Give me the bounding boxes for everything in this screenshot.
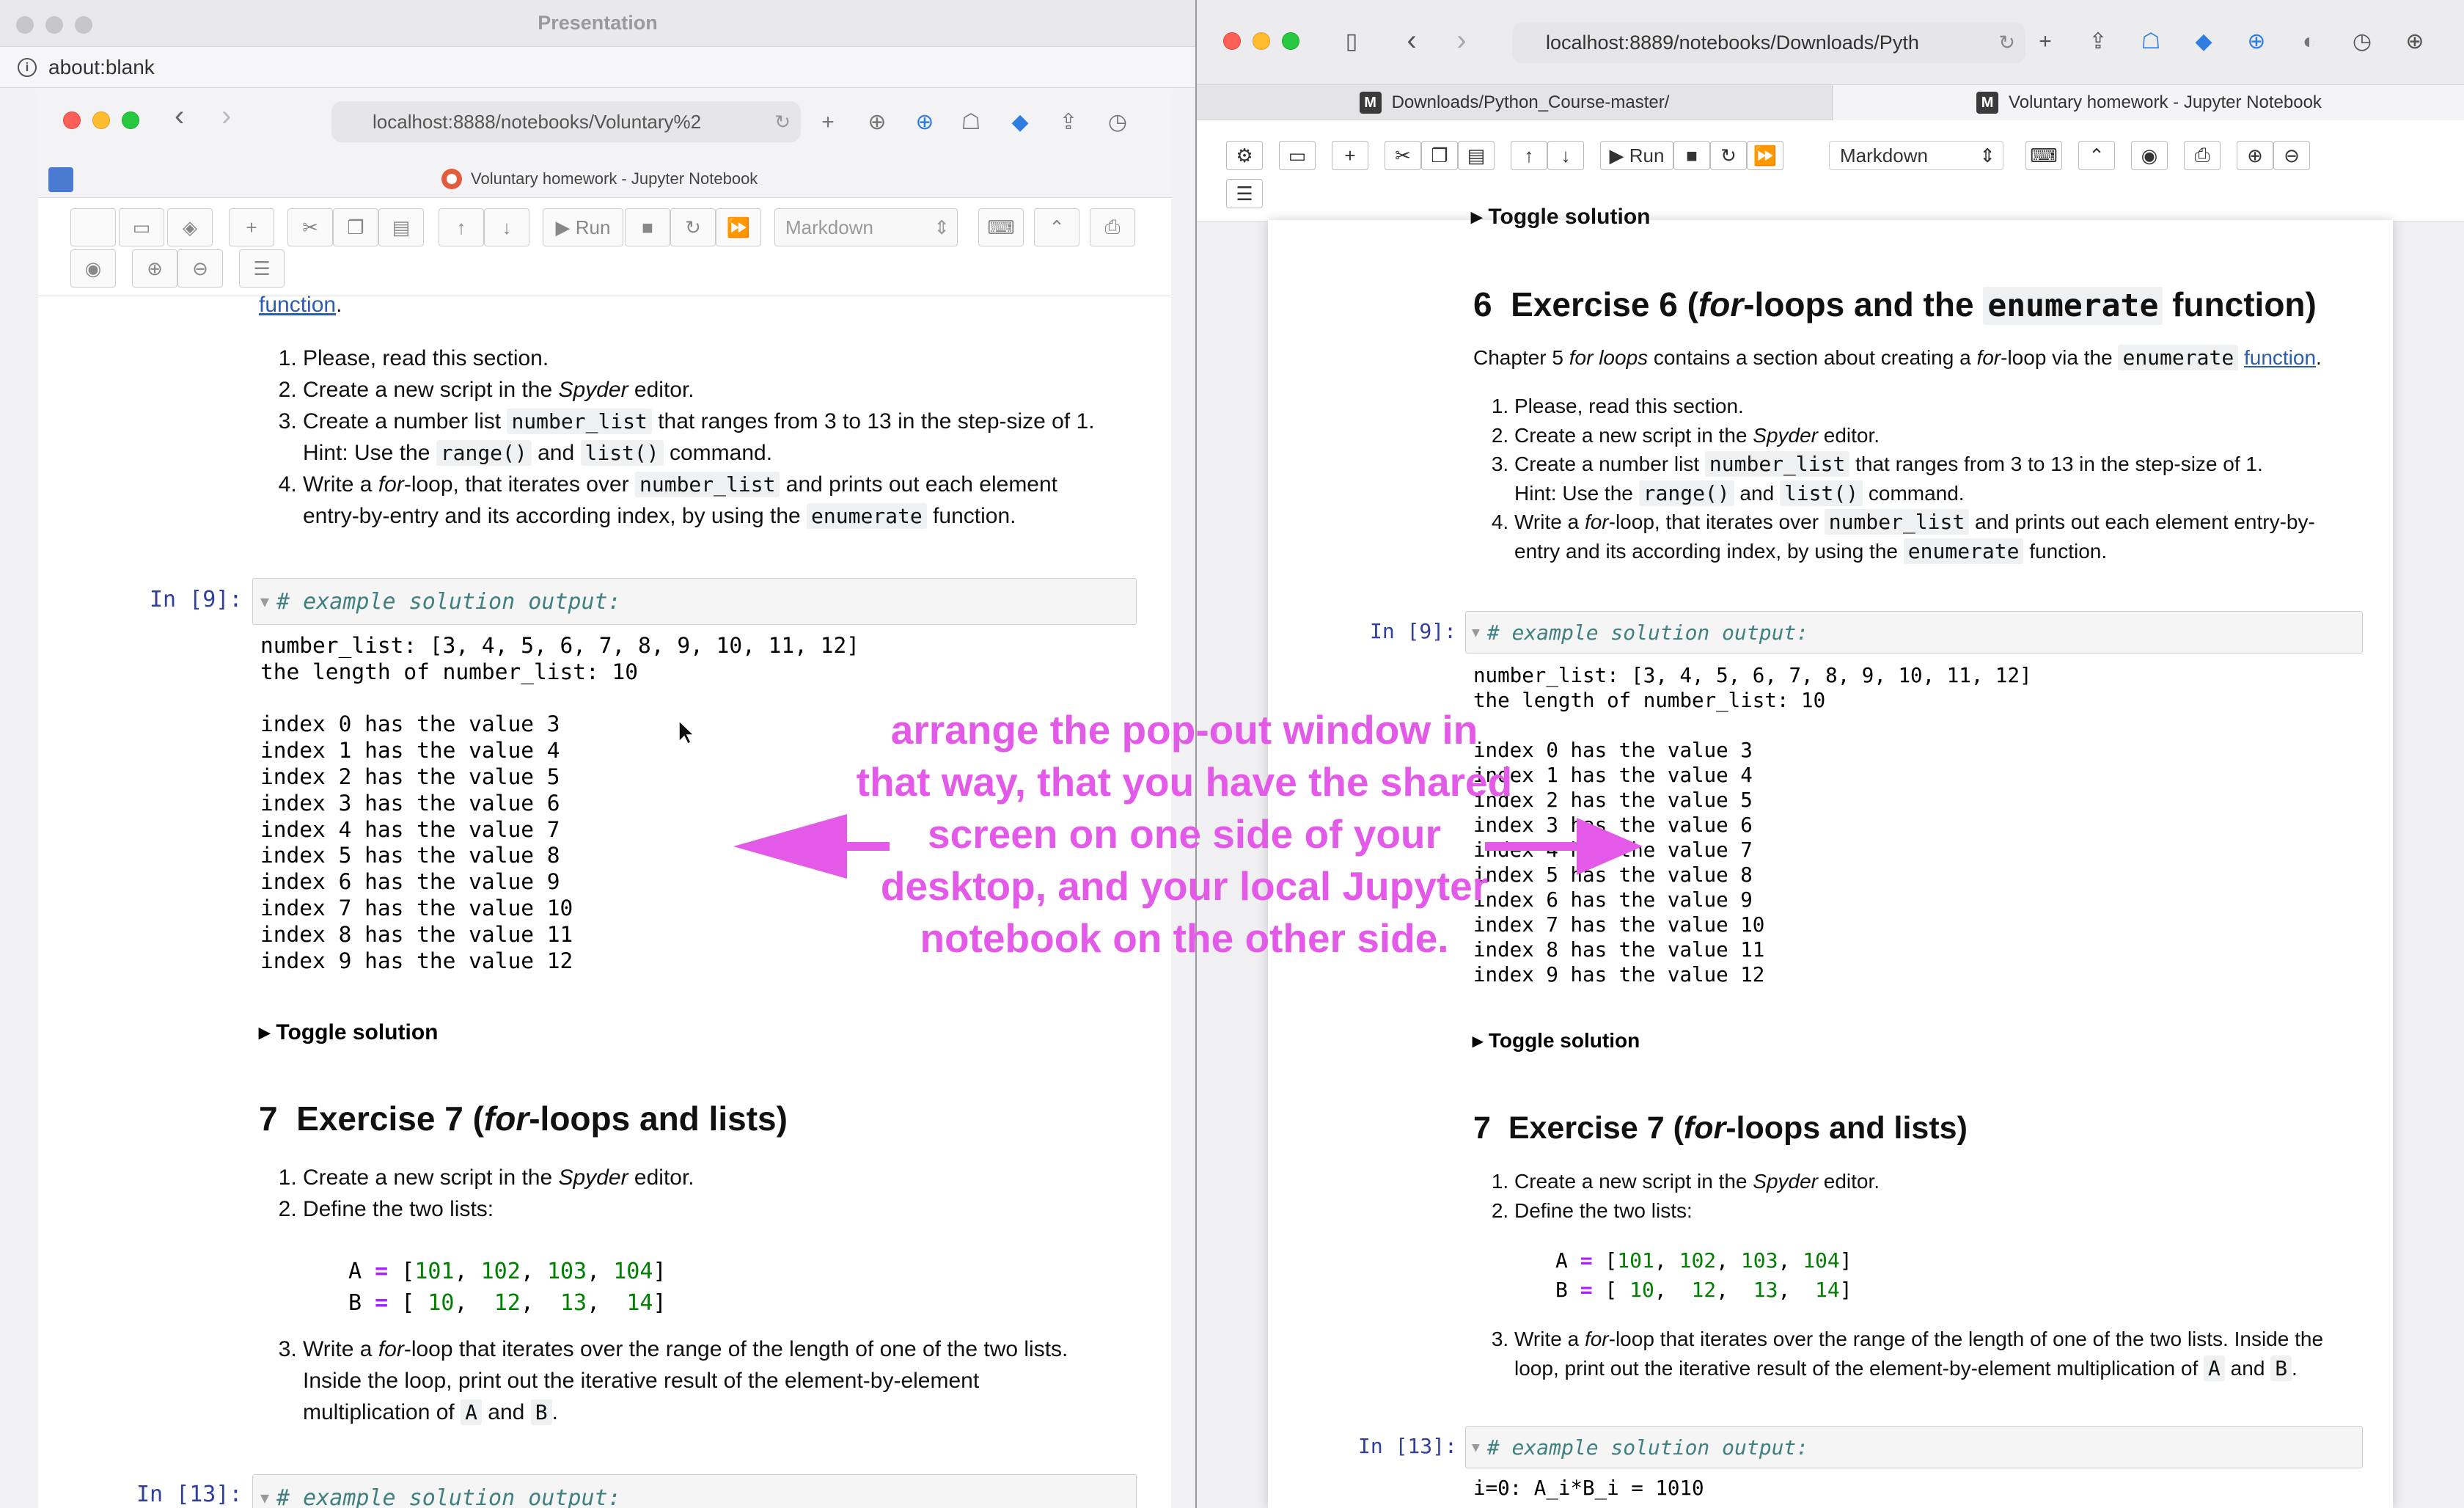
mouse-cursor-icon (678, 720, 695, 745)
instruction-annotation: arrange the pop-out window in that way, … (856, 707, 1513, 961)
